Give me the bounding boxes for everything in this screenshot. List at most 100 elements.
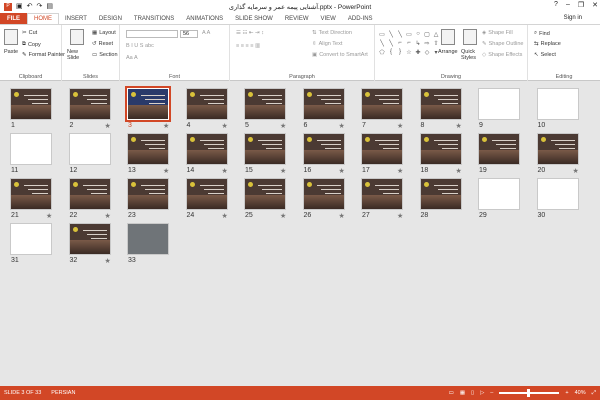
tab-insert[interactable]: INSERT: [59, 13, 93, 24]
slide-thumbnail[interactable]: [127, 133, 169, 165]
bullets-buttons[interactable]: ☰ ☷ ⇤ ⇥ ↕: [236, 30, 264, 36]
select-button[interactable]: ↖ Select: [534, 52, 556, 58]
arrange-button[interactable]: Arrange: [438, 49, 458, 55]
slide-thumbnail[interactable]: [68, 223, 111, 255]
transition-star-icon[interactable]: ★: [397, 212, 403, 220]
transition-star-icon[interactable]: ★: [222, 212, 228, 220]
copy-button[interactable]: ⧉ Copy: [22, 41, 41, 48]
paste-button[interactable]: Paste: [4, 49, 18, 55]
tab-home[interactable]: HOME: [27, 13, 59, 24]
tab-file[interactable]: FILE: [0, 13, 27, 24]
font-style-buttons[interactable]: B I U S abc: [126, 43, 154, 49]
find-button[interactable]: ⌕ Find: [534, 30, 550, 37]
slide-thumbnail[interactable]: [419, 178, 462, 210]
text-direction-button[interactable]: ⇅ Text Direction: [312, 30, 352, 36]
quick-styles-icon[interactable]: [463, 29, 477, 45]
transition-star-icon[interactable]: ★: [339, 122, 345, 130]
slide-thumbnail[interactable]: [244, 178, 286, 210]
slide-thumbnail[interactable]: [244, 133, 286, 165]
slide-thumbnail[interactable]: [125, 86, 171, 122]
reading-view-icon[interactable]: ▯: [471, 390, 474, 396]
transition-star-icon[interactable]: ★: [280, 122, 286, 130]
fit-to-window-icon[interactable]: ⤢: [592, 390, 596, 397]
transition-star-icon[interactable]: ★: [105, 212, 111, 220]
slide-thumbnail[interactable]: [127, 178, 169, 210]
transition-star-icon[interactable]: ★: [397, 167, 403, 175]
zoom-slider[interactable]: [499, 389, 560, 397]
close-button[interactable]: ✕: [592, 1, 598, 9]
slide-thumbnail[interactable]: [68, 178, 111, 210]
font-color-buttons[interactable]: Aa A: [126, 55, 138, 61]
slide-thumbnail[interactable]: [361, 133, 403, 165]
slide-thumbnail[interactable]: [68, 88, 111, 120]
slide-thumbnail[interactable]: [68, 133, 111, 165]
tab-add-ins[interactable]: ADD-INS: [342, 13, 379, 24]
shapes-gallery[interactable]: ▭ ╲ ╲ ▭ ○ ▢ △ ╲ ╲ ⌐ ⌐ ↳ ⇨ ⇧ ⬠{} ☆ ✚ ◇ ▾: [378, 30, 438, 64]
slide-thumbnail[interactable]: [536, 133, 579, 165]
slide-thumbnail[interactable]: [536, 178, 579, 210]
tab-design[interactable]: DESIGN: [93, 13, 128, 24]
replace-button[interactable]: ⇆ Replace: [534, 41, 561, 47]
tab-slide-show[interactable]: SLIDE SHOW: [229, 13, 279, 24]
transition-star-icon[interactable]: ★: [163, 122, 169, 130]
slide-thumbnail[interactable]: [185, 88, 228, 120]
slide-thumbnail[interactable]: [419, 88, 462, 120]
transition-star-icon[interactable]: ★: [105, 122, 111, 130]
tab-view[interactable]: VIEW: [315, 13, 342, 24]
slide-thumbnail[interactable]: [10, 178, 52, 210]
slide-thumbnail[interactable]: [536, 88, 579, 120]
slide-thumbnail[interactable]: [478, 88, 520, 120]
tab-animations[interactable]: ANIMATIONS: [180, 13, 229, 24]
transition-star-icon[interactable]: ★: [222, 122, 228, 130]
paste-icon[interactable]: [4, 29, 18, 45]
slide-thumbnail[interactable]: [419, 133, 462, 165]
transition-star-icon[interactable]: ★: [280, 212, 286, 220]
transition-star-icon[interactable]: ★: [163, 167, 169, 175]
help-button[interactable]: ?: [554, 1, 558, 9]
slide-thumbnail[interactable]: [478, 178, 520, 210]
sign-in-link[interactable]: Sign in: [564, 15, 582, 21]
slide-thumbnail[interactable]: [244, 88, 286, 120]
align-text-button[interactable]: ⇳ Align Text: [312, 41, 342, 47]
shape-fill-button[interactable]: ◈ Shape Fill: [482, 30, 513, 36]
font-size-buttons[interactable]: A A: [202, 30, 210, 36]
slide-thumbnail[interactable]: [302, 133, 345, 165]
font-name-dropdown[interactable]: [126, 30, 178, 38]
layout-button[interactable]: ▦ Layout: [92, 30, 116, 36]
transition-star-icon[interactable]: ★: [46, 212, 52, 220]
transition-star-icon[interactable]: ★: [573, 167, 579, 175]
alignment-buttons[interactable]: ≡ ≡ ≡ ≡ ▥: [236, 43, 260, 49]
slide-thumbnail[interactable]: [302, 88, 345, 120]
slide-thumbnail[interactable]: [185, 133, 228, 165]
slide-thumbnail[interactable]: [10, 223, 52, 255]
slide-thumbnail[interactable]: [302, 178, 345, 210]
minimize-button[interactable]: –: [566, 1, 570, 9]
transition-star-icon[interactable]: ★: [105, 257, 111, 265]
transition-star-icon[interactable]: ★: [222, 167, 228, 175]
transition-star-icon[interactable]: ★: [280, 167, 286, 175]
slide-thumbnail[interactable]: [478, 133, 520, 165]
restore-button[interactable]: ❐: [578, 1, 584, 9]
reset-button[interactable]: ↺ Reset: [92, 41, 113, 47]
shape-outline-button[interactable]: ✎ Shape Outline: [482, 41, 523, 47]
section-button[interactable]: ▭ Section: [92, 52, 118, 58]
zoom-in-icon[interactable]: +: [565, 390, 568, 396]
slide-thumbnail[interactable]: [127, 223, 169, 255]
slide-thumbnail[interactable]: [10, 88, 52, 120]
shape-effects-button[interactable]: ◇ Shape Effects: [482, 52, 522, 58]
transition-star-icon[interactable]: ★: [456, 167, 462, 175]
transition-star-icon[interactable]: ★: [339, 212, 345, 220]
normal-view-icon[interactable]: ▭: [449, 390, 454, 396]
language-indicator[interactable]: PERSIAN: [51, 390, 75, 396]
slide-thumbnail[interactable]: [361, 88, 403, 120]
zoom-level[interactable]: 40%: [575, 390, 586, 396]
slideshow-view-icon[interactable]: ▷: [480, 390, 484, 396]
arrange-icon[interactable]: [441, 29, 455, 45]
cut-button[interactable]: ✂ Cut: [22, 30, 37, 36]
slide-sorter-view-icon[interactable]: ▦: [460, 390, 465, 396]
font-size-dropdown[interactable]: 56: [180, 30, 198, 38]
format-painter-button[interactable]: ✎ Format Painter: [22, 52, 65, 58]
transition-star-icon[interactable]: ★: [339, 167, 345, 175]
transition-star-icon[interactable]: ★: [456, 122, 462, 130]
slide-thumbnail[interactable]: [185, 178, 228, 210]
